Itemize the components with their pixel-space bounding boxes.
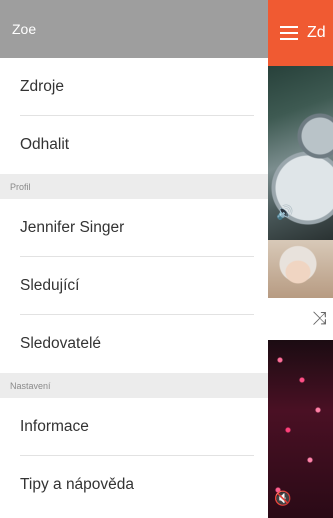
menu-item-zdroje[interactable]: Zdroje [0,58,268,116]
menu-item-label: Informace [20,418,89,435]
drawer-header[interactable]: Zoe [0,0,268,58]
menu-item-odhalit[interactable]: Odhalit [0,116,268,174]
mute-icon[interactable]: 🔇 [274,490,291,507]
section-label: Profil [10,181,31,192]
content-pane: 🔊 ⤨ 🔇 Zd [268,0,333,518]
menu-item-tipy[interactable]: Tipy a nápověda [0,456,268,514]
drawer-header-title: Zoe [12,21,37,37]
menu-item-label: Tipy a nápověda [20,476,135,493]
feed-photo-portrait[interactable] [268,240,333,298]
navigation-drawer: Zoe Zdroje Odhalit Profil Jennifer Singe… [0,0,268,518]
shuffle-row: ⤨ [268,298,333,340]
menu-item-label: Odhalit [20,136,70,153]
section-header-nastaveni: Nastavení [0,373,268,398]
menu-item-label: Sledovatelé [20,335,102,352]
section-header-profil: Profil [0,174,268,199]
shuffle-icon[interactable]: ⤨ [312,308,326,329]
menu-item-sledujici[interactable]: Sledující [0,257,268,315]
menu-item-profile-name[interactable]: Jennifer Singer [0,199,268,257]
speaker-icon[interactable]: 🔊 [276,204,293,221]
app-bar-title: Zd [307,24,326,41]
menu-item-label: Sledující [20,277,80,294]
section-label: Nastavení [10,380,51,391]
menu-item-label: Zdroje [20,78,64,95]
menu-item-sledovatele[interactable]: Sledovatelé [0,315,268,373]
menu-item-label: Jennifer Singer [20,219,125,236]
menu-icon[interactable] [280,26,298,40]
top-app-bar: Zd [268,0,333,66]
menu-item-informace[interactable]: Informace [0,398,268,456]
